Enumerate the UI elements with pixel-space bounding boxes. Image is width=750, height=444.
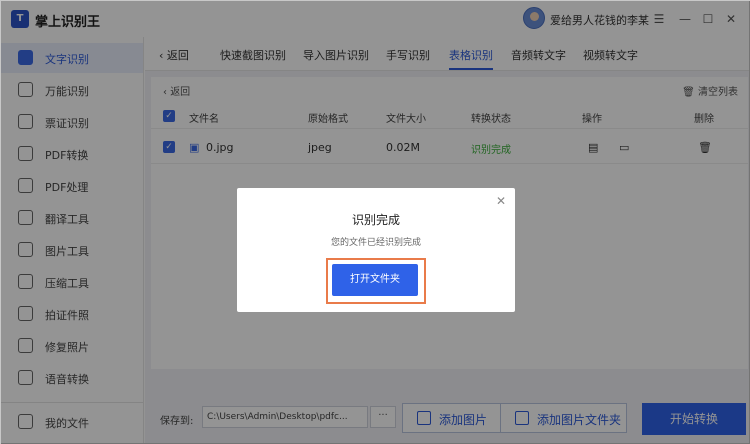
app-window: T 掌上识别王 爱给男人花钱的李某 ☰ — ☐ ✕ 文字识别 万能识别 票证识别…: [0, 0, 750, 444]
close-icon[interactable]: ✕: [496, 194, 506, 208]
dialog-title: 识别完成: [351, 213, 400, 227]
open-folder-button[interactable]: 打开文件夹: [332, 264, 418, 296]
recognition-complete-dialog: ✕ 识别完成 您的文件已经识别完成 打开文件夹: [237, 188, 515, 312]
dialog-message: 您的文件已经识别完成: [330, 238, 421, 248]
